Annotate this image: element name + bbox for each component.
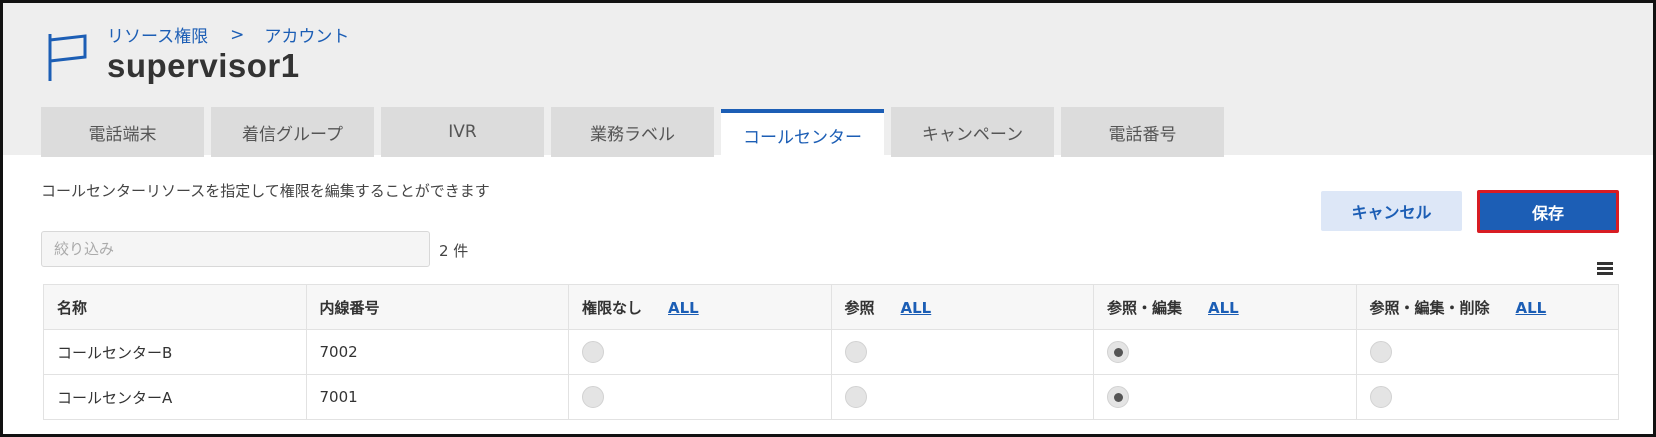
cell-extension: 7001 <box>305 374 569 420</box>
radio-view-edit[interactable] <box>1107 341 1129 363</box>
column-label: 参照・編集 <box>1107 298 1183 317</box>
radio-view-edit[interactable] <box>1107 386 1129 408</box>
radio-view-edit-delete[interactable] <box>1369 341 1392 363</box>
column-label: 名称 <box>57 298 88 317</box>
permission-table: 名称 内線番号 権限なし ALL 参照 ALL 参照・編集 ALL 参照・編集・削除 A… <box>43 284 1619 420</box>
column-label: 内線番号 <box>319 298 380 317</box>
cell-no-permission <box>568 374 832 420</box>
cell-no-permission <box>568 329 832 375</box>
column-label: 権限なし <box>582 298 643 317</box>
radio-no-permission[interactable] <box>582 386 604 408</box>
flag-icon <box>48 34 87 81</box>
select-all-view-edit-delete-link[interactable]: ALL <box>1516 299 1547 317</box>
column-label: 参照・編集・削除 <box>1369 298 1490 317</box>
save-button[interactable]: 保存 <box>1477 190 1619 233</box>
column-header-view-edit-delete: 参照・編集・削除 ALL <box>1355 284 1619 330</box>
table-row: コールセンターB 7002 <box>43 329 1619 375</box>
tab-call-center[interactable]: コールセンター <box>721 109 884 157</box>
column-header-extension: 内線番号 <box>305 284 569 330</box>
select-all-view-edit-link[interactable]: ALL <box>1208 299 1239 317</box>
column-header-no-permission: 権限なし ALL <box>568 284 832 330</box>
radio-view[interactable] <box>844 341 867 363</box>
cell-view-edit-delete <box>1355 374 1619 420</box>
breadcrumb-separator: > <box>230 24 245 45</box>
cell-view-edit-delete <box>1355 329 1619 375</box>
page-title: supervisor1 <box>107 47 300 84</box>
radio-no-permission[interactable] <box>582 341 604 363</box>
tab-phone-terminal[interactable]: 電話端末 <box>41 107 204 157</box>
page-description: コールセンターリソースを指定して権限を編集することができます <box>41 182 490 200</box>
tab-ivr[interactable]: IVR <box>381 107 544 157</box>
page-header: リソース権限 > アカウント supervisor1 電話端末 着信グループ I… <box>3 3 1653 157</box>
column-header-name: 名称 <box>43 284 307 330</box>
radio-view[interactable] <box>844 386 867 408</box>
filter-input[interactable] <box>41 231 430 267</box>
tab-business-label[interactable]: 業務ラベル <box>551 107 714 157</box>
tab-campaign[interactable]: キャンペーン <box>891 107 1054 157</box>
breadcrumb-account[interactable]: アカウント <box>264 22 349 47</box>
tab-bar: 電話端末 着信グループ IVR 業務ラベル コールセンター キャンペーン 電話番… <box>41 107 1231 157</box>
hamburger-menu-icon[interactable] <box>1597 262 1613 276</box>
tab-phone-number[interactable]: 電話番号 <box>1061 107 1224 157</box>
cell-name: コールセンターA <box>43 374 307 420</box>
cell-view-edit <box>1093 374 1357 420</box>
cancel-button[interactable]: キャンセル <box>1321 191 1462 231</box>
tab-incoming-group[interactable]: 着信グループ <box>211 107 374 157</box>
select-all-view-link[interactable]: ALL <box>901 299 932 317</box>
column-header-view: 参照 ALL <box>830 284 1094 330</box>
table-row: コールセンターA 7001 <box>43 374 1619 420</box>
breadcrumb-resource-permission[interactable]: リソース権限 <box>107 22 208 47</box>
radio-view-edit-delete[interactable] <box>1369 386 1392 408</box>
breadcrumb: リソース権限 > アカウント <box>107 22 349 48</box>
cell-extension: 7002 <box>305 329 569 375</box>
result-count: 2 件 <box>439 242 469 260</box>
cell-view-edit <box>1093 329 1357 375</box>
table-header-row: 名称 内線番号 権限なし ALL 参照 ALL 参照・編集 ALL 参照・編集・削除 A… <box>43 284 1619 330</box>
cell-view <box>830 374 1094 420</box>
app-frame: リソース権限 > アカウント supervisor1 電話端末 着信グループ I… <box>0 0 1656 437</box>
cell-view <box>830 329 1094 375</box>
cell-name: コールセンターB <box>43 329 307 375</box>
column-label: 参照 <box>844 298 875 317</box>
select-all-no-permission-link[interactable]: ALL <box>668 299 699 317</box>
column-header-view-edit: 参照・編集 ALL <box>1093 284 1357 330</box>
